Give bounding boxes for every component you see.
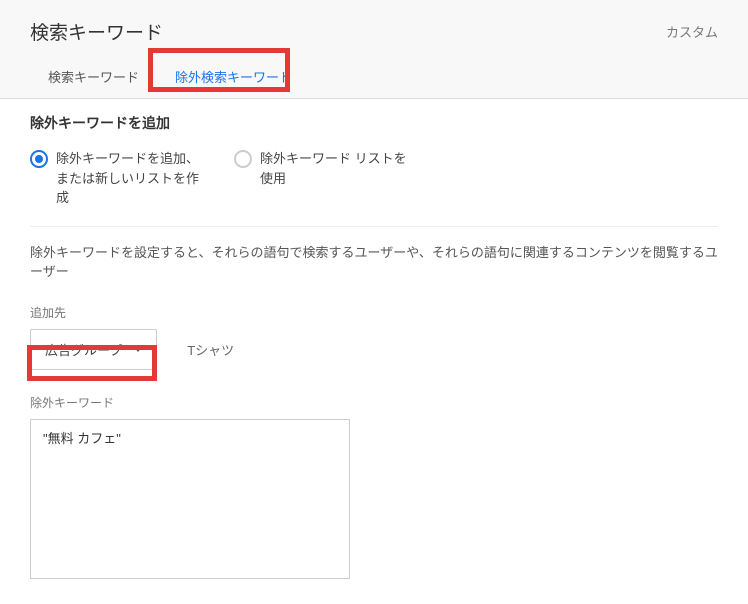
add-target-row: 広告グループ Tシャツ [30,329,718,370]
tab-negative-keywords[interactable]: 除外検索キーワード [157,55,310,98]
add-target-label: 追加先 [30,304,718,321]
tabs: 検索キーワード 除外検索キーワード [0,55,748,99]
radio-use-label: 除外キーワード リストを使用 [260,149,414,188]
chevron-down-icon [134,347,142,352]
add-target-dropdown[interactable]: 広告グループ [30,329,157,370]
description-text: 除外キーワードを設定すると、それらの語句で検索するユーザーや、それらの語句に関連… [30,243,718,282]
radio-group: 除外キーワードを追加、または新しいリストを作成 除外キーワード リストを使用 [30,149,718,227]
radio-add-keywords[interactable]: 除外キーワードを追加、または新しいリストを作成 [30,149,210,208]
dropdown-text: 広告グループ [45,340,122,359]
negative-keywords-label: 除外キーワード [30,394,718,411]
radio-use-list[interactable]: 除外キーワード リストを使用 [234,149,414,208]
content-area: 除外キーワードを追加 除外キーワードを追加、または新しいリストを作成 除外キーワ… [0,99,748,604]
tab-search-keywords[interactable]: 検索キーワード [30,55,157,98]
negative-keywords-textarea[interactable] [30,419,350,579]
radio-add-label: 除外キーワードを追加、または新しいリストを作成 [56,149,210,208]
custom-link[interactable]: カスタム [666,22,718,41]
target-name-text: Tシャツ [187,340,234,359]
radio-icon [30,150,48,168]
radio-icon [234,150,252,168]
section-title: 除外キーワードを追加 [30,113,718,133]
page-title: 検索キーワード [30,18,163,45]
